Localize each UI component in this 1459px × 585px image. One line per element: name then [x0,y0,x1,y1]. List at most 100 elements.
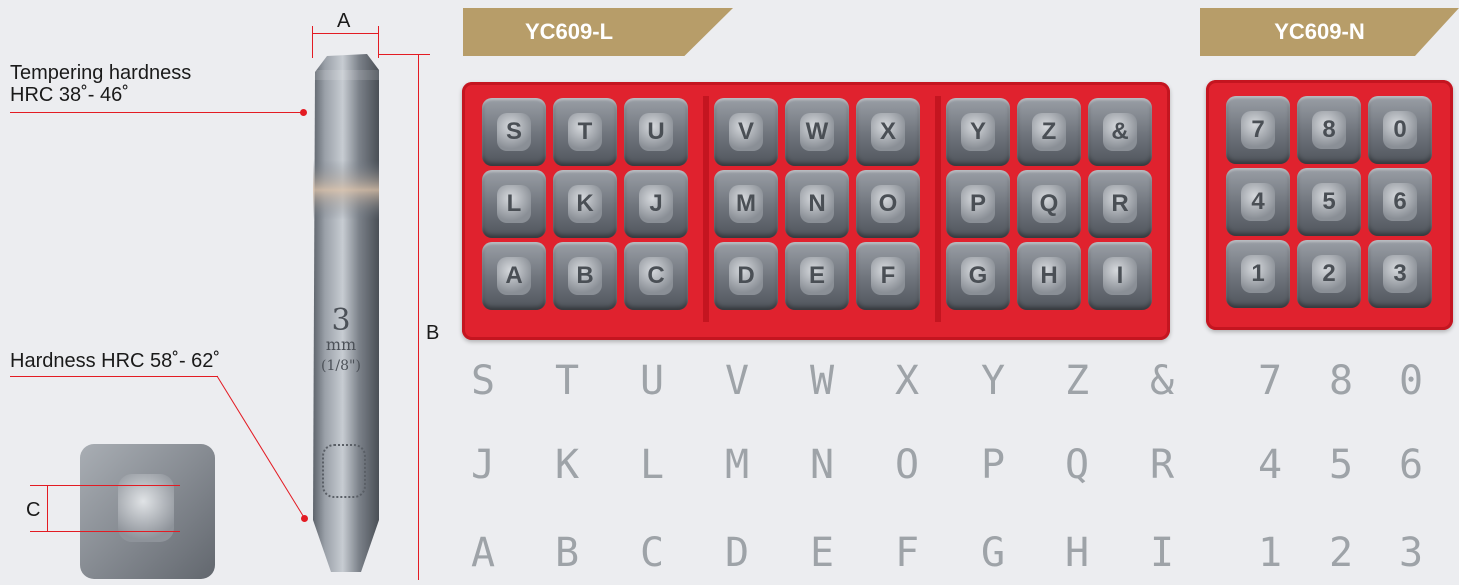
number-chart-glyph: 0 [1398,358,1424,404]
number-punch: 7 [1226,96,1290,164]
letter-chart-glyph: S [470,358,496,404]
letter-punch: W [785,98,849,166]
number-punch-glyph: 2 [1312,255,1346,293]
number-punch-glyph: 6 [1383,183,1417,221]
number-punch: 8 [1297,96,1361,164]
letter-punch-glyph: X [871,113,905,151]
letter-punch-glyph: A [497,257,531,295]
banner-yc609-l-label: YC609-L [524,19,614,44]
letter-punch-glyph: O [871,185,905,223]
stamp-body-glyph [322,444,366,498]
number-punch-glyph: 1 [1241,255,1275,293]
letter-punch: V [714,98,778,166]
banner-yc609-l: YC609-L [463,8,733,56]
stamp-face-closeup [80,444,215,579]
number-chart-glyph: 5 [1328,442,1354,488]
letter-chart-glyph: F [894,530,920,576]
letter-punch: H [1017,242,1081,310]
tempering-hardness-line1: Tempering hardness [10,62,192,84]
letter-punch: B [553,242,617,310]
number-punch: 0 [1368,96,1432,164]
letter-chart-glyph: Q [1064,442,1090,488]
tempering-hardness-label: Tempering hardness HRC 38˚- 46˚ [10,62,191,106]
number-punch: 4 [1226,168,1290,236]
letter-chart-glyph: G [980,530,1006,576]
letter-punch: J [624,170,688,238]
letter-punch: Z [1017,98,1081,166]
letter-punch-glyph: S [497,113,531,151]
dimension-c-bottom [30,531,180,532]
letter-punch: M [714,170,778,238]
letter-punch-glyph: D [729,257,763,295]
number-punch: 5 [1297,168,1361,236]
letter-chart-glyph: X [894,358,920,404]
letter-punch: O [856,170,920,238]
letter-chart-glyph: K [554,442,580,488]
number-chart-glyph: 1 [1257,530,1283,576]
number-chart-glyph: 8 [1328,358,1354,404]
tempering-hardness-line2: HRC 38˚- 46˚ [10,84,129,106]
number-punch-glyph: 3 [1383,255,1417,293]
letter-punch: Q [1017,170,1081,238]
hardness-leader-diagonal [216,375,306,520]
letter-punch: T [553,98,617,166]
banner-yc609-n: YC609-N [1200,8,1459,56]
letter-punch-glyph: V [729,113,763,151]
letter-chart-glyph: Z [1064,358,1090,404]
number-punch-glyph: 7 [1241,111,1275,149]
letter-punch: Y [946,98,1010,166]
letter-chart-glyph: T [554,358,580,404]
letter-chart-glyph: B [554,530,580,576]
number-chart-glyph: 7 [1257,358,1283,404]
stamp-size: 3 [331,303,351,338]
letter-punch-glyph: G [961,257,995,295]
number-punch-glyph: 8 [1312,111,1346,149]
letter-punch: E [785,242,849,310]
dimension-a-label: A [337,10,351,32]
letter-chart-glyph: D [724,530,750,576]
number-punch-glyph: 5 [1312,183,1346,221]
letter-tray-divider-1 [703,96,709,322]
letter-punch-glyph: M [729,185,763,223]
banner-yc609-n-label: YC609-N [1274,19,1365,44]
number-punch: 6 [1368,168,1432,236]
dimension-c-label: C [26,499,41,521]
dimension-b-label: B [426,322,440,344]
letter-punch-glyph: R [1103,185,1137,223]
letter-punch-glyph: K [568,185,602,223]
letter-punch-glyph: E [800,257,834,295]
number-chart-glyph: 3 [1398,530,1424,576]
letter-punch-glyph: Y [961,113,995,151]
letter-punch: G [946,242,1010,310]
letter-chart-glyph: U [639,358,665,404]
letter-punch-glyph: T [568,113,602,151]
letter-chart-glyph: I [1149,530,1175,576]
letter-chart-glyph: N [809,442,835,488]
letter-punch: P [946,170,1010,238]
letter-chart-glyph: Y [980,358,1006,404]
letter-punch-glyph: Q [1032,185,1066,223]
letter-chart-glyph: J [470,442,496,488]
letter-punch-glyph: Z [1032,113,1066,151]
letter-punch: L [482,170,546,238]
letter-punch: C [624,242,688,310]
letter-punch-glyph: I [1103,257,1137,295]
letter-punch: X [856,98,920,166]
number-chart-glyph: 2 [1328,530,1354,576]
number-punch: 1 [1226,240,1290,308]
hardness-label: Hardness HRC 58˚- 62˚ [10,350,221,372]
stamp-fraction: (1/8") [321,358,361,374]
letter-chart-glyph: L [639,442,665,488]
number-punch-glyph: 0 [1383,111,1417,149]
letter-punch-glyph: J [639,185,673,223]
letter-chart-glyph: E [809,530,835,576]
letter-punch-glyph: & [1103,113,1137,151]
number-punch: 2 [1297,240,1361,308]
letter-punch-glyph: F [871,257,905,295]
letter-chart-glyph: A [470,530,496,576]
letter-punch-glyph: U [639,113,673,151]
hardness-leader-line [10,376,218,377]
letter-punch: I [1088,242,1152,310]
letter-punch: A [482,242,546,310]
letter-punch: F [856,242,920,310]
